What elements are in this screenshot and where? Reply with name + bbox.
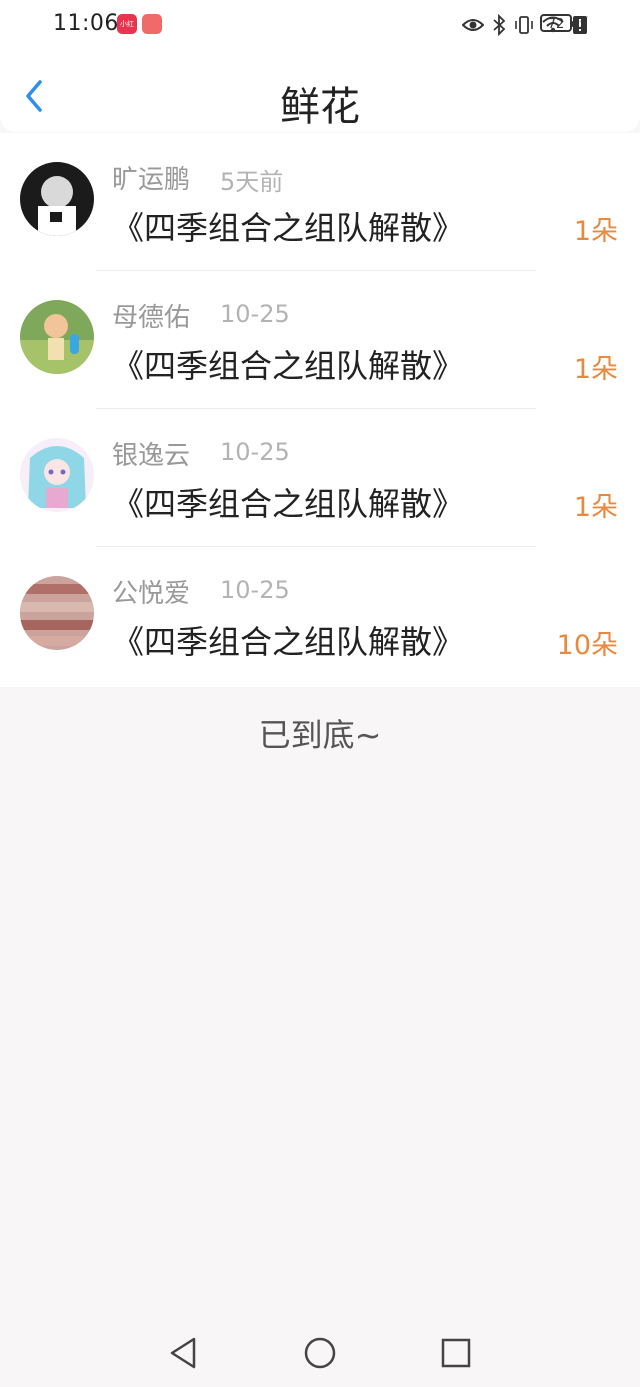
user-name: 旷运鹏 [112,165,191,195]
flower-count: 1朵 [573,492,618,523]
list-item[interactable]: 银逸云 10-25 《四季组合之组队解散》 1朵 [0,409,640,547]
user-name: 母德佑 [112,303,191,333]
item-time: 10-25 [220,300,290,328]
list-item[interactable]: 公悦爱 10-25 《四季组合之组队解散》 10朵 [0,547,640,685]
app-badge-icon [142,14,162,34]
list-item[interactable]: 旷运鹏 5天前 《四季组合之组队解散》 1朵 [0,133,640,271]
item-time: 10-25 [220,576,290,604]
flower-count: 10朵 [556,630,618,661]
item-time: 10-25 [220,438,290,466]
battery-icon: 72 [540,14,575,32]
status-time: 11:06 [53,11,119,36]
item-time: 5天前 [220,168,284,196]
system-nav-bar [0,1316,640,1387]
charging-icon: ⚡ [578,13,590,32]
nav-back-button[interactable] [166,1335,202,1371]
avatar [20,576,94,650]
page-title: 鲜花 [280,84,360,130]
flower-list: 旷运鹏 5天前 《四季组合之组队解散》 1朵 母德佑 10-25 《四季组合之组… [0,133,640,687]
book-title: 《四季组合之组队解散》 [112,623,465,661]
vibrate-icon [515,16,533,34]
end-of-list-text: 已到底~ [258,716,382,754]
nav-recents-button[interactable] [438,1335,474,1371]
status-bar: 11:06 小红书 72 ⚡ [0,0,640,52]
flower-count: 1朵 [573,216,618,247]
app-badge-xiaohongshu: 小红书 [117,14,137,34]
header: 鲜花 [0,52,640,132]
triangle-back-icon [170,1337,196,1369]
avatar [20,300,94,374]
user-name: 银逸云 [112,441,191,471]
nav-home-button[interactable] [302,1335,338,1371]
eye-icon [462,19,484,31]
circle-home-icon [304,1337,336,1369]
square-recents-icon [441,1338,471,1368]
bluetooth-icon [493,14,506,36]
book-title: 《四季组合之组队解散》 [112,347,465,385]
flower-count: 1朵 [573,354,618,385]
avatar [20,438,94,512]
user-name: 公悦爱 [112,579,191,609]
avatar [20,162,94,236]
list-item[interactable]: 母德佑 10-25 《四季组合之组队解散》 1朵 [0,271,640,409]
book-title: 《四季组合之组队解散》 [112,209,465,247]
book-title: 《四季组合之组队解散》 [112,485,465,523]
